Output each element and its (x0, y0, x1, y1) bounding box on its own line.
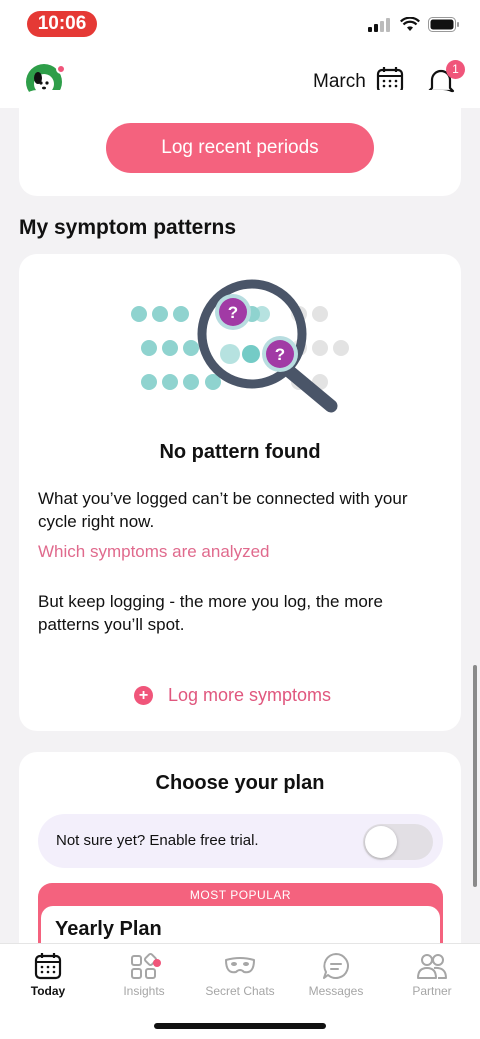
tab-partner[interactable]: Partner (384, 952, 480, 998)
svg-text:?: ? (228, 303, 238, 322)
logo-notification-dot (56, 64, 66, 74)
home-indicator[interactable] (154, 1023, 326, 1029)
status-time: 10:06 (27, 11, 97, 37)
mask-icon (225, 957, 255, 974)
chat-bubble-icon (323, 953, 349, 979)
plus-icon: + (134, 686, 153, 705)
tab-insights[interactable]: Insights (96, 952, 192, 998)
toggle-knob (365, 826, 397, 858)
scrollbar[interactable] (473, 665, 477, 887)
wifi-icon (400, 17, 420, 31)
tab-label: Today (30, 984, 66, 998)
plan-name: Yearly Plan (55, 918, 162, 940)
plan-title: Choose your plan (155, 772, 325, 794)
log-more-symptoms-button[interactable]: + Log more symptoms (134, 685, 331, 706)
no-pattern-description: What you’ve logged can’t be connected wi… (38, 489, 408, 531)
log-more-label: Log more symptoms (168, 685, 332, 705)
status-bar: 10:06 (0, 0, 480, 50)
notification-badge: 1 (446, 60, 465, 79)
insights-dot (153, 959, 161, 967)
keep-logging-text: But keep logging - the more you log, the… (38, 592, 383, 634)
magnifier-illustration: ? ? (131, 279, 349, 413)
most-popular-badge: MOST POPULAR (189, 888, 292, 902)
log-recent-periods-button[interactable]: Log recent periods (106, 123, 374, 173)
tab-label: Insights (123, 984, 165, 998)
section-title: My symptom patterns (19, 216, 237, 239)
free-trial-toggle[interactable] (363, 824, 433, 860)
tab-today[interactable]: Today (0, 952, 96, 998)
status-icons (368, 17, 460, 32)
partner-icon (417, 954, 447, 979)
free-trial-label: Not sure yet? Enable free trial. (56, 832, 259, 849)
tab-messages[interactable]: Messages (288, 952, 384, 998)
log-periods-card: Log recent periods (19, 90, 461, 196)
svg-text:?: ? (275, 345, 285, 364)
cellular-signal-icon (368, 17, 390, 32)
tab-label: Messages (308, 984, 364, 998)
tab-label: Secret Chats (205, 984, 275, 998)
battery-icon (428, 17, 459, 32)
tab-secret-chats[interactable]: Secret Chats (192, 952, 288, 998)
analyzed-symptoms-link[interactable]: Which symptoms are analyzed (38, 542, 269, 562)
free-trial-row: Not sure yet? Enable free trial. (38, 814, 443, 868)
calendar-icon (34, 953, 62, 980)
symptom-patterns-card: ? ? No pattern found What you’ve logged … (19, 254, 461, 731)
tab-label: Partner (412, 984, 452, 998)
no-pattern-heading: No pattern found (159, 441, 321, 463)
